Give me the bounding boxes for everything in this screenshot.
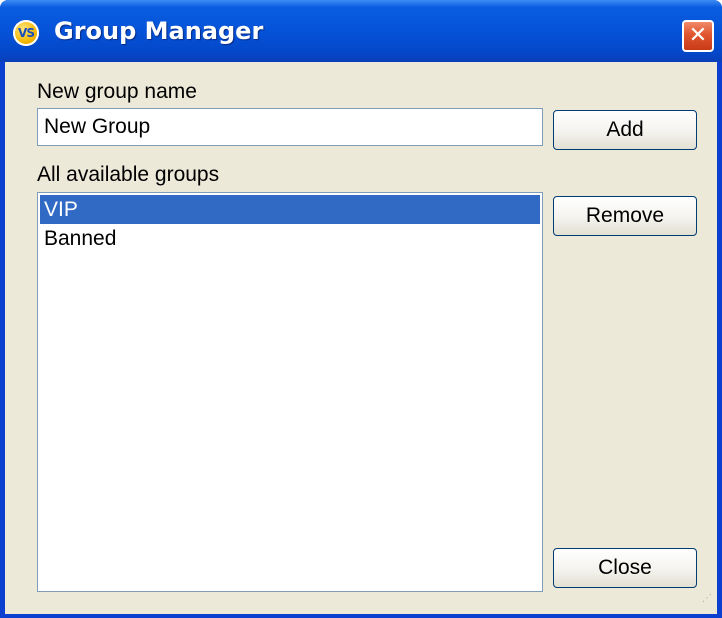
new-group-name-input[interactable] <box>37 108 543 146</box>
close-button[interactable]: Close <box>553 548 697 588</box>
window-title: Group Manager <box>54 17 264 45</box>
all-groups-label: All available groups <box>37 163 220 186</box>
new-group-name-label: New group name <box>37 80 197 103</box>
title-bar[interactable]: VS Group Manager ✕ <box>0 0 722 62</box>
list-item-vip[interactable]: VIP <box>40 195 540 224</box>
window-close-button[interactable]: ✕ <box>682 20 714 52</box>
app-logo-icon: VS <box>13 20 39 46</box>
groups-listbox[interactable]: VIP Banned <box>37 192 543 592</box>
remove-button[interactable]: Remove <box>553 196 697 236</box>
add-button[interactable]: Add <box>553 110 697 150</box>
list-item-banned[interactable]: Banned <box>40 224 540 253</box>
group-manager-window: VS Group Manager ✕ New group name Add Al… <box>0 0 722 618</box>
close-icon: ✕ <box>688 23 708 48</box>
resize-grip-icon[interactable]: ⋰ <box>699 594 713 610</box>
dialog-body: New group name Add All available groups … <box>5 62 717 614</box>
